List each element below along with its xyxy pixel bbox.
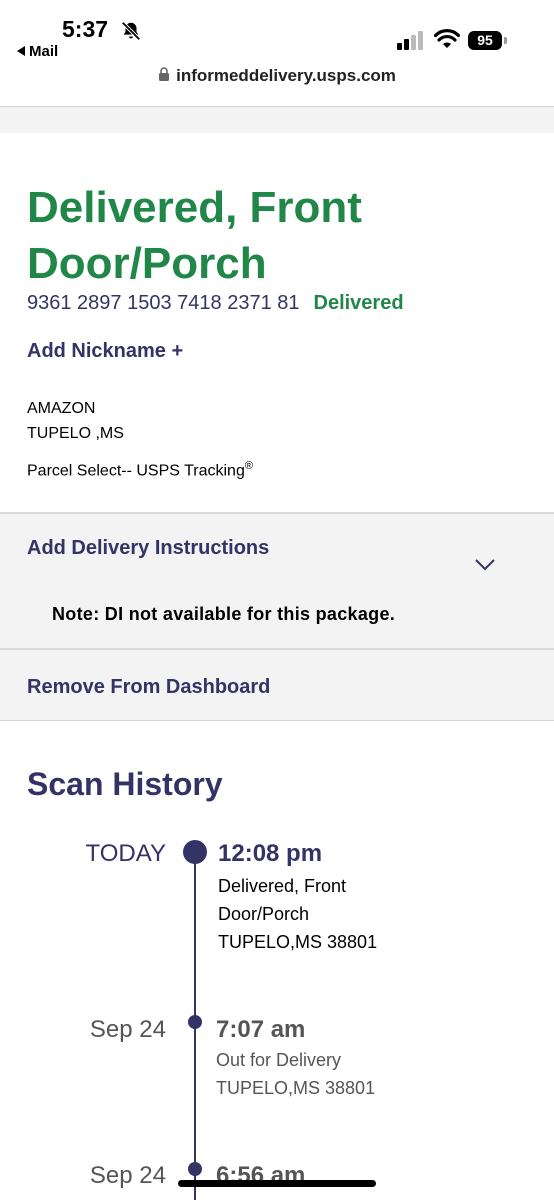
scan-status-line: Delivered, Front: [218, 876, 347, 896]
lock-icon: [159, 67, 170, 81]
timeline-dot: [183, 840, 207, 864]
timeline-dot: [188, 1015, 202, 1029]
remove-panel: Remove From Dashboard: [0, 648, 554, 721]
back-to-app-link[interactable]: Mail: [17, 43, 58, 60]
add-nickname-link[interactable]: Add Nickname +: [27, 340, 183, 363]
service-label: Parcel Select-- USPS Tracking: [27, 462, 245, 480]
delivery-instructions-title[interactable]: Add Delivery Instructions: [27, 537, 269, 560]
tracking-row: 9361 2897 1503 7418 2371 81 Delivered: [27, 292, 404, 315]
scan-location: TUPELO,MS 38801: [218, 932, 378, 952]
scan-time: 7:07 am: [216, 1016, 306, 1043]
home-indicator[interactable]: [178, 1180, 376, 1187]
scan-date: TODAY: [85, 840, 166, 867]
delivery-instructions-panel[interactable]: Add Delivery Instructions Note: DI not a…: [0, 512, 554, 650]
scan-date: Sep 24: [89, 1162, 166, 1189]
url-bar[interactable]: informeddelivery.usps.com: [0, 66, 554, 106]
delivery-status-title: Delivered, Front Door/Porch: [27, 183, 362, 288]
battery-level: 95: [468, 31, 502, 50]
clock: 5:37: [62, 16, 109, 42]
scan-description: Delivered, Front Door/Porch TUPELO,MS 38…: [218, 872, 377, 956]
battery-indicator: 95: [468, 31, 508, 51]
scan-date: Sep 24: [89, 1016, 166, 1043]
battery-nub: [504, 37, 507, 44]
sender-name: AMAZON: [27, 400, 96, 417]
url-text: informeddelivery.usps.com: [176, 66, 396, 85]
scan-description: Out for Delivery TUPELO,MS 38801: [216, 1046, 375, 1102]
status-label: Delivered: [313, 292, 404, 314]
scan-history-title: Scan History: [27, 766, 223, 802]
scan-time: 12:08 pm: [218, 840, 323, 867]
status-bar: 5:37 Mail 95: [0, 0, 554, 66]
tracking-number: 9361 2897 1503 7418 2371 81: [27, 292, 300, 314]
back-app-label: Mail: [29, 43, 59, 60]
chevron-down-icon[interactable]: [474, 558, 496, 572]
sender-location: TUPELO ,MS: [27, 425, 124, 442]
delivery-instructions-note: Note: DI not available for this package.: [52, 604, 396, 624]
service-type: Parcel Select-- USPS Tracking®: [27, 460, 253, 480]
header-strip: [0, 107, 554, 133]
scan-location: TUPELO,MS 38801: [216, 1078, 376, 1098]
remove-from-dashboard-link[interactable]: Remove From Dashboard: [27, 676, 270, 699]
registered-mark: ®: [244, 460, 253, 472]
back-arrow-icon: [17, 46, 25, 57]
cellular-signal-icon: [397, 31, 423, 50]
scan-status-line: Door/Porch: [218, 904, 310, 924]
sender-info: AMAZON TUPELO ,MS: [27, 396, 124, 446]
timeline-dot: [188, 1162, 202, 1176]
scan-status: Out for Delivery: [216, 1050, 342, 1070]
bell-muted-icon: [121, 21, 141, 41]
wifi-icon: [434, 29, 460, 48]
